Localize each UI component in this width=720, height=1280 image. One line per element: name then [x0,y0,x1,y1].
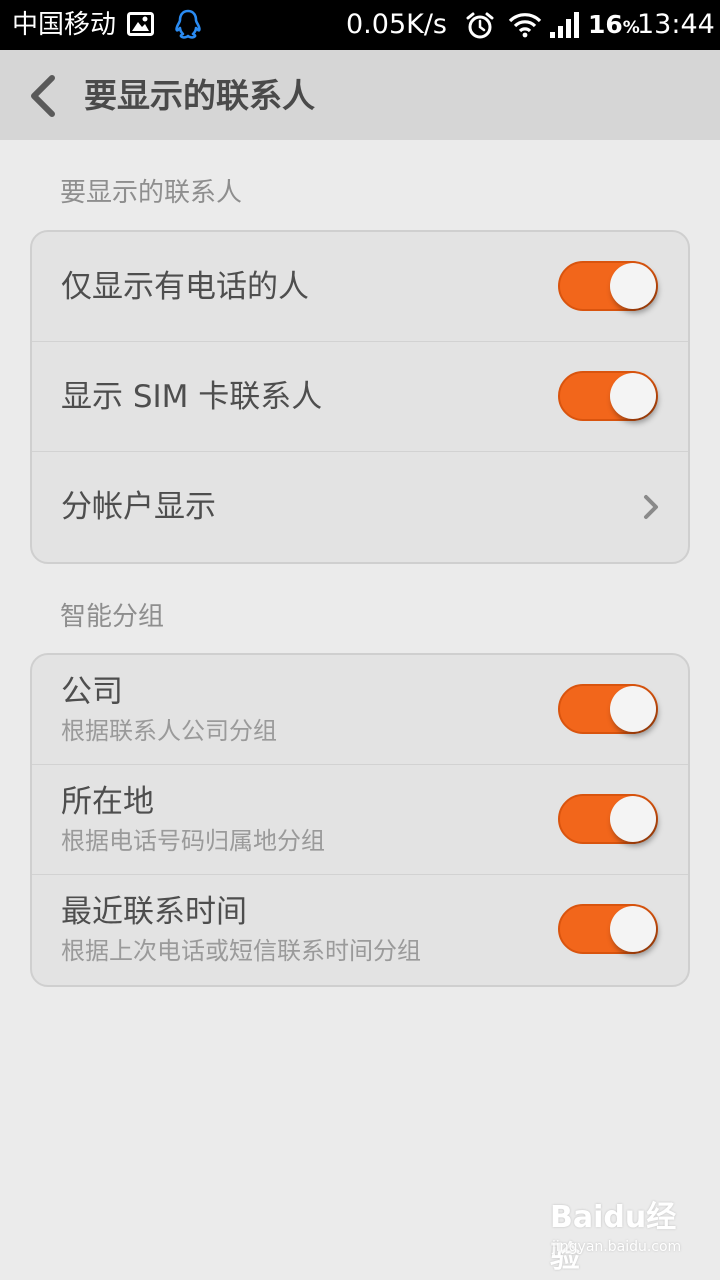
baidu-watermark: Baidu经验 jingyan.baidu.com [550,1198,700,1275]
row-only-with-phone[interactable]: 仅显示有电话的人 [32,232,688,342]
section-header-display: 要显示的联系人 [60,178,243,208]
row-show-sim-contacts[interactable]: 显示 SIM 卡联系人 [32,342,688,452]
watermark-url: jingyan.baidu.com [552,1239,682,1255]
row-location[interactable]: 所在地 根据电话号码归属地分组 [32,765,688,875]
back-button[interactable] [22,70,66,122]
toggle-knob [610,263,656,309]
network-speed: 0.05K/s [346,9,447,40]
page-title: 要显示的联系人 [84,76,315,115]
row-by-account[interactable]: 分帐户显示 [32,452,688,562]
signal-icon [550,12,579,38]
qq-icon [175,9,201,39]
toggle-knob [610,796,656,842]
row-title: 仅显示有电话的人 [61,269,309,305]
gallery-icon [127,12,154,36]
display-settings-card: 仅显示有电话的人 显示 SIM 卡联系人 分帐户显示 [30,230,690,564]
smart-groups-card: 公司 根据联系人公司分组 所在地 根据电话号码归属地分组 最近联系时间 根据上次… [30,653,690,987]
section-header-smart-groups: 智能分组 [60,602,165,632]
row-subtitle: 根据电话号码归属地分组 [61,827,325,855]
row-recent-contact[interactable]: 最近联系时间 根据上次电话或短信联系时间分组 [32,875,688,985]
toggle-knob [610,373,656,419]
toggle-knob [610,906,656,952]
row-subtitle: 根据联系人公司分组 [61,717,277,745]
location-toggle[interactable] [558,794,658,844]
row-title: 公司 [61,674,123,710]
status-bar: 中国移动 0.05K/s 16% 13:44 [0,0,720,50]
row-title: 显示 SIM 卡联系人 [61,379,323,415]
row-subtitle: 根据上次电话或短信联系时间分组 [61,937,421,965]
alarm-icon [466,12,494,39]
company-toggle[interactable] [558,684,658,734]
only-with-phone-toggle[interactable] [558,261,658,311]
row-title: 最近联系时间 [61,894,247,930]
recent-contact-toggle[interactable] [558,904,658,954]
clock: 13:44 [637,9,715,40]
chevron-right-icon [644,495,658,519]
row-title: 所在地 [61,784,154,820]
toggle-knob [610,686,656,732]
action-bar: 要显示的联系人 [0,50,720,140]
battery-level: 16% [588,10,640,39]
show-sim-contacts-toggle[interactable] [558,371,658,421]
wifi-icon [508,13,542,38]
row-title: 分帐户显示 [61,489,216,525]
row-company[interactable]: 公司 根据联系人公司分组 [32,655,688,765]
carrier-name: 中国移动 [12,10,117,40]
